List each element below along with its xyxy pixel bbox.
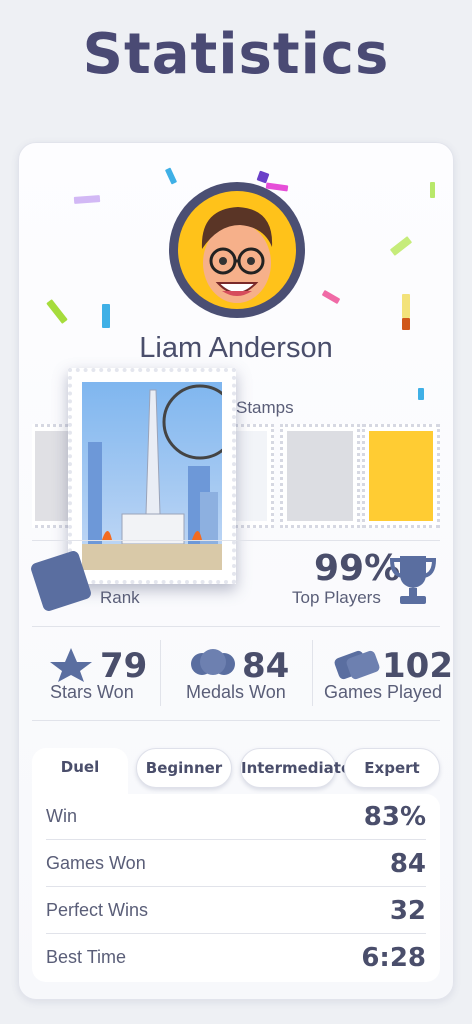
stamps-label: Stamps: [236, 398, 294, 417]
character-stamp[interactable]: [280, 424, 360, 528]
page-title: Statistics: [82, 22, 390, 87]
games-played-value: 102: [382, 646, 453, 686]
confetti: [102, 304, 110, 328]
divider: [32, 626, 440, 627]
table-row: Games Won 84: [46, 841, 426, 887]
table-row: Best Time 6:28: [46, 935, 426, 981]
bangkok-stamp[interactable]: [68, 368, 236, 584]
divider: [160, 640, 161, 706]
row-value: 83%: [363, 802, 426, 832]
table-row: Win 83%: [46, 794, 426, 840]
divider: [32, 720, 440, 721]
row-value: 32: [389, 896, 426, 926]
confetti: [418, 388, 424, 400]
avatar-face-icon: [178, 191, 296, 309]
medals-icon: [188, 646, 238, 682]
trophy-icon: [388, 552, 438, 606]
tab-expert[interactable]: Expert: [344, 748, 440, 788]
cards-icon: [332, 648, 382, 682]
monument-icon: [82, 382, 222, 570]
medals-won-label: Medals Won: [186, 682, 286, 702]
tab-beginner[interactable]: Beginner: [136, 748, 232, 788]
avatar[interactable]: [169, 182, 305, 318]
confetti: [430, 182, 435, 198]
tab-duel[interactable]: Duel: [32, 748, 128, 796]
rank-label: Rank: [100, 588, 140, 607]
games-played-label: Games Played: [324, 682, 443, 702]
confetti: [402, 318, 410, 330]
player-name: Liam Anderson: [139, 332, 333, 364]
medals-won-value: 84: [242, 646, 290, 686]
beehive-stamp[interactable]: [362, 424, 440, 528]
confetti: [402, 294, 410, 318]
divider: [312, 640, 313, 706]
row-label: Games Won: [46, 853, 146, 873]
rank-percent-label: Top Players: [292, 588, 381, 607]
table-row: Perfect Wins 32: [46, 888, 426, 934]
row-label: Win: [46, 806, 77, 826]
stars-won-label: Stars Won: [50, 682, 134, 702]
tab-intermediate[interactable]: Intermediate: [240, 748, 351, 788]
divider: [32, 540, 440, 541]
row-label: Best Time: [46, 947, 127, 967]
row-label: Perfect Wins: [46, 900, 149, 920]
stars-icon: [44, 646, 98, 682]
stats-table: Win 83% Games Won 84 Perfect Wins 32 Bes…: [32, 794, 440, 982]
row-value: 6:28: [361, 943, 426, 973]
row-value: 84: [389, 849, 426, 879]
stars-won-value: 79: [100, 646, 148, 686]
